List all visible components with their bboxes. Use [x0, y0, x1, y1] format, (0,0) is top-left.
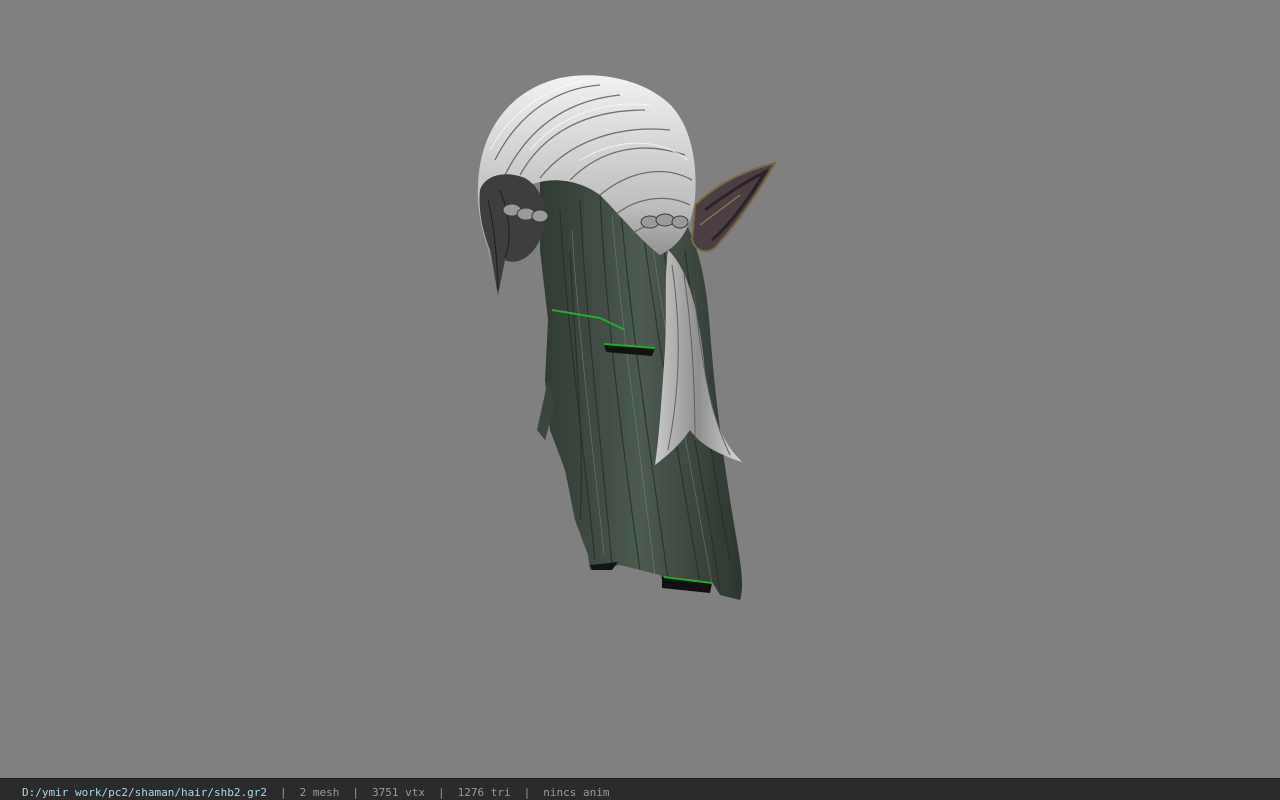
vertex-count-label: 3751 vtx: [372, 786, 426, 799]
triangle-count-label: 1276 tri: [457, 786, 511, 799]
separator: |: [523, 786, 531, 799]
separator: |: [280, 786, 287, 799]
anim-status-label: nincs anim: [543, 786, 610, 799]
3d-viewport[interactable]: [0, 0, 1280, 778]
status-bar: D:/ymir work/pc2/shaman/hair/shb2.gr2 | …: [0, 778, 1280, 800]
separator: |: [352, 786, 360, 799]
file-path-label: D:/ymir work/pc2/shaman/hair/shb2.gr2: [22, 786, 268, 799]
mesh-count-label: 2 mesh: [299, 786, 340, 799]
front-left-lock: [479, 174, 545, 295]
separator: |: [438, 786, 445, 799]
hair-model-render: [477, 75, 777, 600]
